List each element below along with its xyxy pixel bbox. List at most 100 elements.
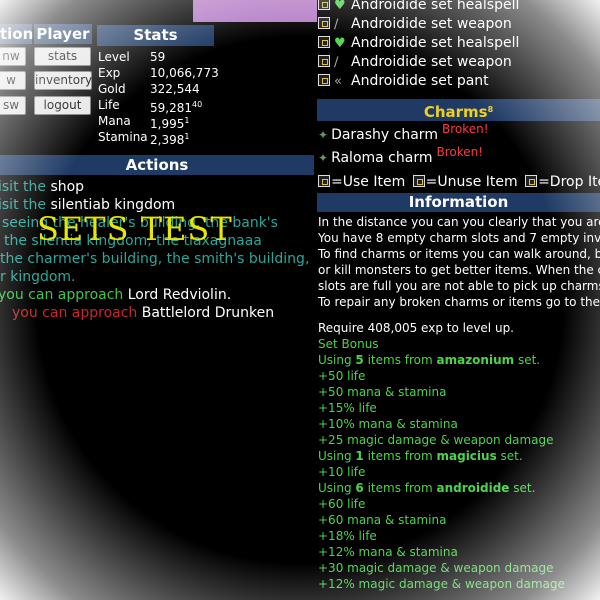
charms-header: Charms8 [317, 99, 600, 121]
charm-icon: ✦ [318, 128, 329, 142]
action-prefix: you can approach [0, 287, 128, 303]
set-using-line: Using 6 items from androidide set. [318, 481, 536, 495]
action-prefix: isit the [0, 179, 51, 195]
action-line: r kingdom. [0, 269, 76, 285]
move-nw-button[interactable]: nw [0, 47, 26, 66]
action-link[interactable]: Lord Redviolin. [128, 287, 231, 303]
logout-button[interactable]: logout [34, 96, 91, 115]
set-bonus: +50 life [318, 369, 366, 383]
sets-test-overlay: SETS TEST [37, 210, 233, 248]
use-item-icon[interactable] [318, 17, 330, 29]
action-link[interactable]: shop [50, 179, 84, 195]
action-link[interactable]: Battlelord Drunken [142, 305, 274, 321]
item-name: Androidide set weapon [351, 54, 512, 70]
legend-use: =Use Item [331, 174, 406, 190]
set-bonus: +10% mana & stamina [318, 417, 458, 431]
item-row[interactable]: ♥ Androidide set healspell [318, 0, 519, 15]
stat-label: Life [98, 98, 120, 112]
information-header: Information [317, 193, 600, 212]
stat-value: 322,544 [150, 82, 200, 96]
stat-label: Exp [98, 66, 121, 80]
charm-status: Broken! [441, 122, 489, 136]
info-line: slots are full you are not able to pick … [318, 279, 600, 293]
player-header: Player [34, 24, 92, 44]
item-name: Androidide set healspell [351, 35, 520, 51]
set-bonus: +10 life [318, 465, 366, 479]
boot-icon: « [334, 74, 342, 89]
item-row[interactable]: ♥ Androidide set healspell [318, 34, 519, 53]
stats-header: Stats [97, 25, 214, 46]
legend-drop: =Drop Item [538, 174, 600, 190]
set-count: 6 [355, 481, 364, 495]
set-bonus: +12% mana & stamina [318, 545, 458, 559]
stats-button[interactable]: stats [34, 47, 91, 66]
move-sw-button[interactable]: sw [0, 96, 26, 115]
move-w-button[interactable]: w [0, 71, 26, 90]
use-item-icon [318, 175, 330, 187]
stat-value: 59 [150, 50, 166, 64]
set-bonus: +60 mana & stamina [318, 513, 447, 527]
action-line: you can approach Lord Redviolin. [0, 286, 231, 304]
set-count: 5 [355, 353, 364, 367]
set-name: androidide [436, 481, 510, 495]
action-prefix: you can approach [12, 305, 142, 321]
game-frame: tion nw w sw Player stats inventory logo… [0, 0, 600, 600]
stat-label: Level [98, 50, 130, 64]
set-bonus-label: Set Bonus [318, 337, 379, 351]
set-bonus: +50 mana & stamina [318, 385, 447, 399]
info-line: In the distance you can you clearly that… [318, 215, 600, 229]
action-line: you can approach Battlelord Drunken [12, 304, 274, 322]
sword-icon: ∕ [334, 17, 339, 32]
item-name: Androidide set weapon [351, 16, 512, 32]
location-header: tion [0, 24, 34, 44]
info-line: You have 8 empty charm slots and 7 empty… [318, 231, 600, 245]
stat-label: Stamina [98, 130, 148, 144]
item-row[interactable]: « Androidide set pant [318, 72, 489, 91]
use-item-icon[interactable] [318, 36, 330, 48]
item-name: Androidide set pant [351, 73, 489, 89]
set-using-line: Using 1 items from magicius set. [318, 449, 523, 463]
stat-bonus: 40 [192, 100, 203, 109]
use-item-icon[interactable] [318, 0, 330, 10]
charm-status: Broken! [436, 145, 484, 159]
set-using-line: Using 5 items from amazonium set. [318, 353, 541, 367]
legend-unuse: =Unuse Item [425, 174, 518, 190]
charm-row[interactable]: ✦ Darashy charm Broken! [318, 122, 489, 143]
stat-value: 10,066,773 [150, 66, 219, 80]
charm-name: Darashy charm [331, 127, 438, 143]
info-line: To repair any broken charms or items go … [318, 295, 600, 309]
set-bonus: +15% life [318, 401, 377, 415]
sword-icon: ∕ [334, 55, 339, 70]
set-count: 1 [355, 449, 364, 463]
stat-bonus: 1 [184, 132, 190, 141]
charm-row[interactable]: ✦ Raloma charm Broken! [318, 145, 483, 166]
set-name: amazonium [436, 353, 515, 367]
item-row[interactable]: ∕ Androidide set weapon [318, 53, 512, 72]
top-accent-bar [193, 0, 317, 22]
set-name: magicius [436, 449, 497, 463]
actions-header: Actions [0, 155, 314, 175]
charms-title: Charms [423, 103, 488, 121]
heart-icon: ♥ [334, 36, 346, 51]
charms-count: 8 [487, 105, 494, 114]
set-bonus: +18% life [318, 529, 377, 543]
item-name: Androidide set healspell [351, 0, 520, 13]
use-item-icon[interactable] [318, 55, 330, 67]
charm-icon: ✦ [318, 151, 329, 165]
item-row[interactable]: ∕ Androidide set weapon [318, 15, 512, 34]
action-line: isit the shop [0, 178, 84, 196]
drop-item-icon [525, 175, 538, 187]
action-line: the charmer's building, the smith's buil… [0, 251, 310, 267]
set-bonus: +25 magic damage & weapon damage [318, 433, 554, 447]
use-item-icon[interactable] [318, 74, 330, 86]
inventory-button[interactable]: inventory [34, 71, 92, 90]
stat-label: Mana [98, 114, 131, 128]
stat-bonus: 1 [184, 116, 190, 125]
charm-name: Raloma charm [331, 150, 433, 166]
item-legend: =Use Item =Unuse Item =Drop Item [318, 174, 600, 190]
heart-icon: ♥ [334, 0, 346, 13]
unuse-item-icon [412, 175, 425, 187]
set-bonus: +30 magic damage & weapon damage [318, 561, 554, 575]
set-bonus: +12% magic damage & weapon damage [318, 577, 565, 591]
level-requirement: Require 408,005 exp to level up. [318, 321, 514, 335]
